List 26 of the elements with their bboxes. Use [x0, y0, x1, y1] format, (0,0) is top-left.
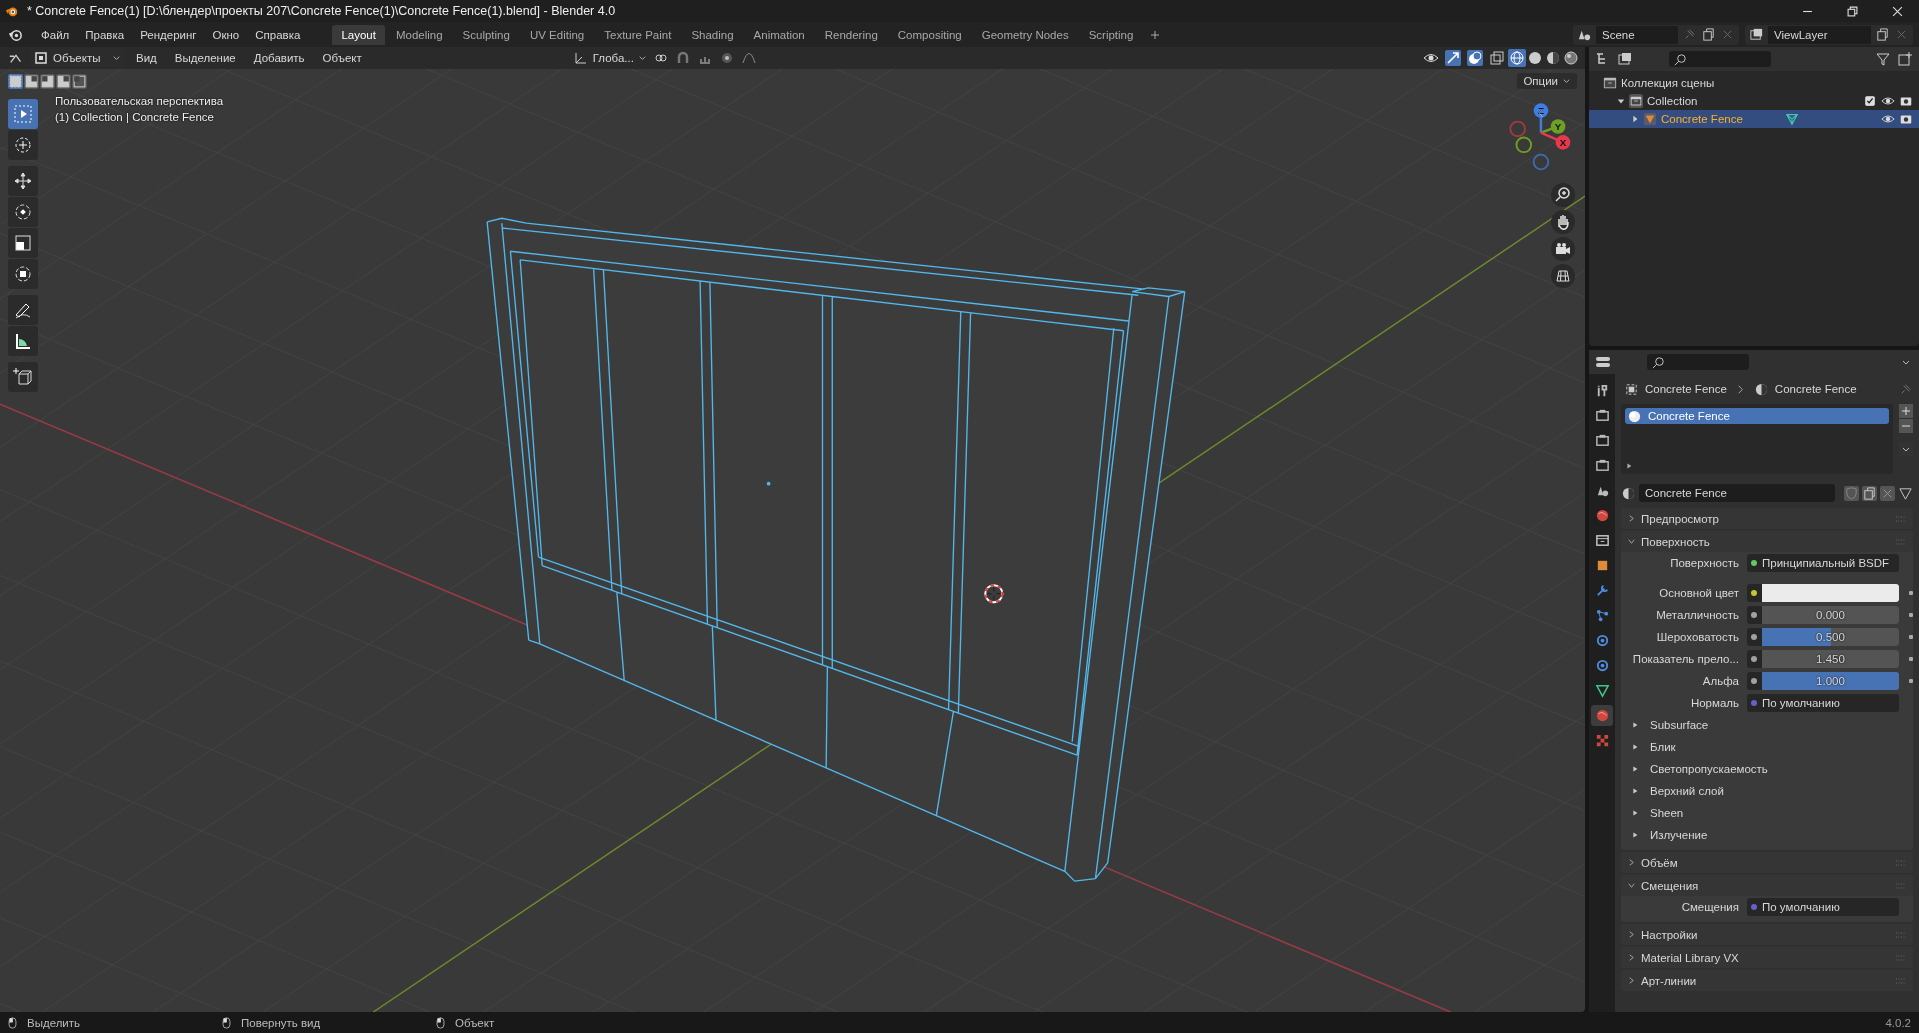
- property-label: Альфа: [1701, 675, 1739, 687]
- slider-value: 1.000: [1816, 675, 1845, 687]
- status-hint: Повернуть вид: [241, 1016, 321, 1029]
- slider-value: 1.450: [1816, 653, 1845, 665]
- window-title: * Concrete Fence(1) [D:\блендер\проекты 207\Concrete Fence(1)\Concrete Fence(1).blend] - Blender 4.0: [27, 4, 616, 18]
- view-layer-name: ViewLayer: [1768, 25, 1871, 44]
- breadcrumb-item: Concrete Fence: [1774, 383, 1857, 395]
- outliner-item-name: Collection: [1647, 95, 1698, 107]
- property-label: Металличность: [1655, 609, 1739, 621]
- property-label: Смещения: [1680, 901, 1739, 913]
- outliner-item-name: Concrete Fence: [1661, 113, 1743, 125]
- slider-value: 0.000: [1816, 609, 1845, 621]
- breadcrumb-item: Concrete Fence: [1645, 383, 1727, 395]
- property-label: Основной цвет: [1658, 587, 1739, 599]
- property-label: Шероховатость: [1655, 631, 1739, 643]
- version-label: 4.0.2: [1885, 1016, 1911, 1029]
- property-label: Поверхность: [1669, 557, 1739, 569]
- property-label: Показатель прело...: [1631, 653, 1739, 665]
- outliner-item-name: Коллекция сцены: [1621, 77, 1715, 89]
- property-label: Нормаль: [1689, 697, 1739, 709]
- status-hint: Выделить: [27, 1016, 81, 1029]
- scene-name: Scene: [1596, 25, 1678, 44]
- object-context: (1) Collection | Concrete Fence: [55, 111, 215, 123]
- material-slot-name: Concrete Fence: [1648, 410, 1730, 422]
- status-hint: Объект: [455, 1016, 495, 1029]
- view-name: Пользовательская перспектива: [55, 95, 224, 107]
